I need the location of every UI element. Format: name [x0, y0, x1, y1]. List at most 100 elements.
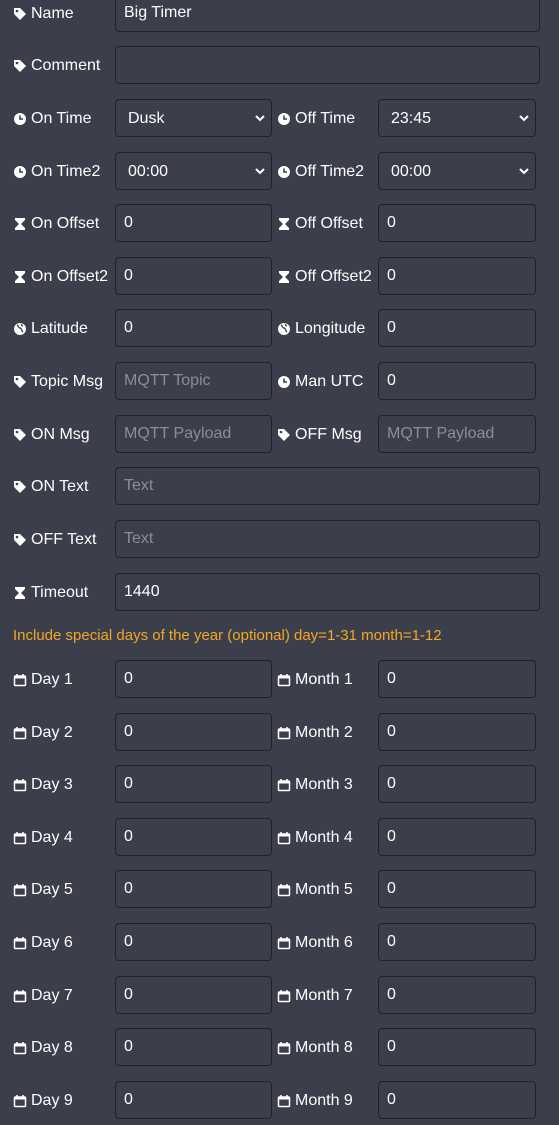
month-label-text-9: Month 9 [295, 1091, 353, 1109]
name-input[interactable] [115, 0, 540, 32]
special-day-row-3: Day 3 Month 3 [0, 765, 559, 805]
calendar-icon [13, 831, 27, 845]
calendar-icon [277, 989, 291, 1003]
globe-icon [13, 322, 27, 336]
month-2-input[interactable] [378, 712, 536, 751]
on-time-select[interactable]: Dusk [115, 99, 272, 137]
month-label: Month 7 [277, 976, 353, 1016]
on-time2-select[interactable]: 00:00 [115, 152, 272, 190]
longitude-input[interactable] [378, 309, 536, 347]
special-day-row-8: Day 8 Month 8 [0, 1028, 559, 1068]
month-7-input[interactable] [378, 975, 536, 1014]
off-time-select[interactable]: 23:45 [378, 99, 536, 137]
on-offset2-label: On Offset2 [13, 257, 108, 297]
special-day-row-1: Day 1 Month 1 [0, 660, 559, 700]
calendar-icon [13, 778, 27, 792]
on-offset-label: On Offset [13, 204, 99, 244]
special-day-row-2: Day 2 Month 2 [0, 712, 559, 753]
latitude-label: Latitude [13, 309, 88, 349]
month-label-text-1: Month 1 [295, 671, 353, 688]
month-8-input[interactable] [378, 1028, 536, 1067]
month-6-input[interactable] [378, 923, 536, 961]
hourglass-icon [13, 586, 27, 600]
on-text-input[interactable] [115, 467, 540, 505]
off-offset2-label: Off Offset2 [277, 257, 372, 297]
on-offset2-input[interactable] [115, 257, 272, 295]
day-1-input[interactable] [115, 660, 272, 698]
off-msg-input[interactable] [378, 415, 536, 453]
day-label: Day 7 [13, 976, 73, 1016]
topic-utc-row: Topic Msg Man UTC [0, 362, 559, 402]
on-off-time2-row: On Time2 00:00 Off Time2 00:00 [0, 152, 559, 192]
comment-label: Comment [13, 46, 100, 86]
hourglass-icon [277, 217, 291, 231]
day-label-text-7: Day 7 [31, 986, 73, 1004]
comment-input[interactable] [115, 46, 540, 84]
day-label: Day 9 [13, 1081, 73, 1121]
tag-icon [13, 480, 27, 494]
tag-icon [13, 533, 27, 547]
on-off-time-row: On Time Dusk Off Time 23:45 [0, 99, 559, 139]
month-9-input[interactable] [378, 1080, 536, 1119]
month-label-text-3: Month 3 [295, 776, 353, 794]
day-4-input[interactable] [115, 817, 272, 856]
day-label: Day 1 [13, 660, 73, 700]
off-text-label: OFF Text [13, 520, 97, 560]
clock-icon [13, 165, 27, 179]
month-label: Month 2 [277, 713, 353, 753]
tag-icon [13, 7, 27, 21]
day-label: Day 2 [13, 713, 73, 753]
latitude-input[interactable] [115, 309, 272, 347]
timeout-input[interactable] [115, 573, 540, 611]
month-4-input[interactable] [378, 817, 536, 856]
day-label: Day 4 [13, 818, 73, 858]
msg-row: ON Msg OFF Msg [0, 415, 559, 455]
month-label-text-5: Month 5 [295, 881, 353, 899]
tag-icon [13, 59, 27, 73]
man-utc-input[interactable] [378, 362, 536, 400]
calendar-icon [13, 883, 27, 897]
calendar-icon [277, 1041, 291, 1055]
on-msg-input[interactable] [115, 415, 272, 453]
topic-msg-input[interactable] [115, 362, 272, 400]
off-time2-select[interactable]: 00:00 [378, 152, 536, 190]
day-label: Day 5 [13, 870, 73, 910]
off-text-input[interactable] [115, 520, 540, 558]
off-offset-input[interactable] [378, 204, 536, 242]
month-5-input[interactable] [378, 870, 536, 909]
day-label-text-6: Day 6 [31, 934, 73, 951]
calendar-icon [277, 936, 291, 950]
month-3-input[interactable] [378, 765, 536, 804]
name-label: Name [13, 0, 74, 34]
day-5-input[interactable] [115, 870, 272, 909]
clock-icon [277, 375, 291, 389]
on-offset-input[interactable] [115, 204, 272, 242]
month-label-text-6: Month 6 [295, 934, 353, 951]
timeout-row: Timeout [0, 573, 559, 613]
month-label: Month 4 [277, 818, 353, 858]
day-label-text-2: Day 2 [31, 723, 73, 741]
day-6-input[interactable] [115, 923, 272, 961]
off-offset2-input[interactable] [378, 257, 536, 295]
offset-row: On Offset Off Offset [0, 204, 559, 244]
calendar-icon [13, 1094, 27, 1108]
on-time2-label: On Time2 [13, 152, 100, 192]
special-days-notice: Include special days of the year (option… [13, 627, 442, 644]
longitude-label: Longitude [277, 309, 365, 349]
on-msg-label: ON Msg [13, 415, 90, 455]
day-label-text-5: Day 5 [31, 881, 73, 899]
day-2-input[interactable] [115, 712, 272, 751]
day-7-input[interactable] [115, 975, 272, 1014]
globe-icon [277, 322, 291, 336]
day-9-input[interactable] [115, 1080, 272, 1119]
off-offset-label: Off Offset [277, 204, 363, 244]
off-text-row: OFF Text [0, 520, 559, 560]
month-label: Month 1 [277, 660, 353, 700]
on-time-label: On Time [13, 99, 91, 139]
day-8-input[interactable] [115, 1028, 272, 1067]
month-1-input[interactable] [378, 660, 536, 698]
clock-icon [13, 112, 27, 126]
special-day-row-9: Day 9 Month 9 [0, 1080, 559, 1121]
day-3-input[interactable] [115, 765, 272, 804]
calendar-icon [277, 726, 291, 740]
